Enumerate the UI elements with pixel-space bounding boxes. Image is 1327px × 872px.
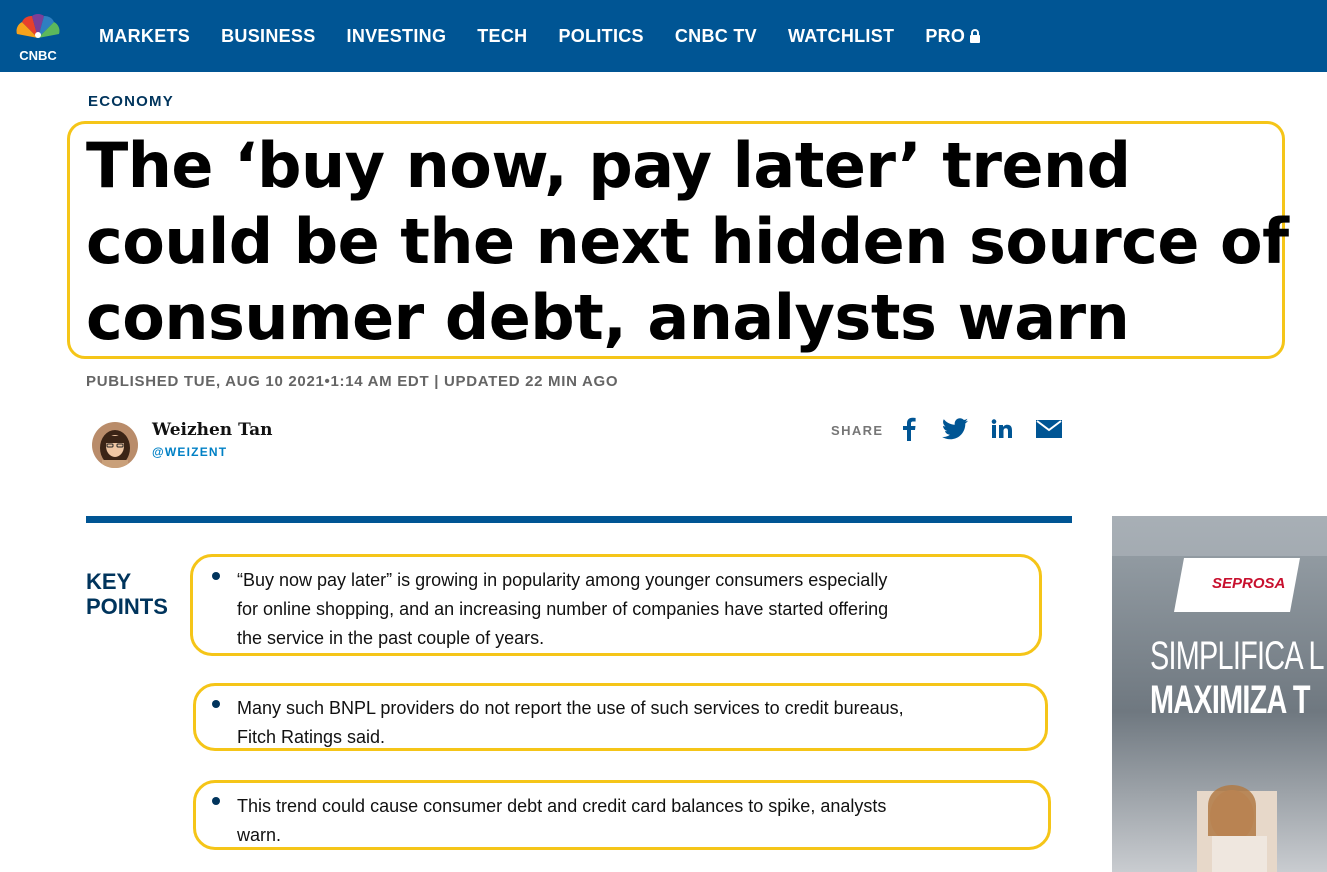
key-points-title-line2: POINTS xyxy=(86,594,168,619)
key-point-2: Many such BNPL providers do not report t… xyxy=(237,694,904,752)
key-point-1: “Buy now pay later” is growing in popula… xyxy=(237,566,888,653)
key-points-divider xyxy=(86,516,1072,523)
cnbc-logo[interactable]: CNBC xyxy=(8,10,68,63)
key-point-2-line2: Fitch Ratings said. xyxy=(237,727,386,747)
key-point-1-line1: “Buy now pay later” is growing in popula… xyxy=(237,570,888,590)
key-point-2-line1: Many such BNPL providers do not report t… xyxy=(237,698,904,718)
author-avatar[interactable] xyxy=(92,422,138,468)
advertisement[interactable]: SEPROSA SIMPLIFICA L MAXIMIZA T xyxy=(1112,516,1327,872)
section-label[interactable]: ECONOMY xyxy=(88,93,174,110)
top-nav-bar: CNBC MARKETS BUSINESS INVESTING TECH POL… xyxy=(0,0,1327,72)
published-timestamp: PUBLISHED TUE, AUG 10 2021•1:14 AM EDT |… xyxy=(86,373,619,390)
key-points-title-line1: KEY xyxy=(86,569,132,594)
nav-pro[interactable]: PRO xyxy=(925,26,981,47)
bullet-dot xyxy=(212,700,220,708)
key-point-3: This trend could cause consumer debt and… xyxy=(237,792,886,850)
nav-tech[interactable]: TECH xyxy=(477,26,527,47)
share-label: SHARE xyxy=(831,423,884,438)
key-point-1-line3: the service in the past couple of years. xyxy=(237,628,545,648)
twitter-icon[interactable] xyxy=(941,416,969,442)
ad-headline-line2: MAXIMIZA T xyxy=(1150,678,1310,722)
author-handle[interactable]: @WEIZENT xyxy=(152,445,227,459)
ad-headline-line1: SIMPLIFICA L xyxy=(1150,634,1325,678)
key-point-3-line2: warn. xyxy=(237,825,282,845)
linkedin-icon[interactable] xyxy=(989,416,1015,442)
nav-cnbc-tv[interactable]: CNBC TV xyxy=(675,26,757,47)
article-headline: The ‘buy now, pay later’ trend could be … xyxy=(86,129,1289,354)
facebook-icon[interactable] xyxy=(899,416,919,442)
nav-business[interactable]: BUSINESS xyxy=(221,26,315,47)
bullet-dot xyxy=(212,797,220,805)
bullet-dot xyxy=(212,572,220,580)
author-name[interactable]: Weizhen Tan xyxy=(152,420,273,440)
nav-markets[interactable]: MARKETS xyxy=(99,26,190,47)
nav-watchlist[interactable]: WATCHLIST xyxy=(788,26,894,47)
key-point-1-line2: for online shopping, and an increasing n… xyxy=(237,599,889,619)
key-points-title: KEY POINTS xyxy=(86,569,168,619)
email-icon[interactable] xyxy=(1036,416,1062,442)
lock-icon xyxy=(970,29,981,43)
nav-politics[interactable]: POLITICS xyxy=(558,26,643,47)
nav-pro-label: PRO xyxy=(925,25,966,46)
nav-investing[interactable]: INVESTING xyxy=(347,26,447,47)
ad-brand: SEPROSA xyxy=(1212,575,1286,592)
key-point-3-line1: This trend could cause consumer debt and… xyxy=(237,796,887,816)
logo-text: CNBC xyxy=(19,48,57,62)
